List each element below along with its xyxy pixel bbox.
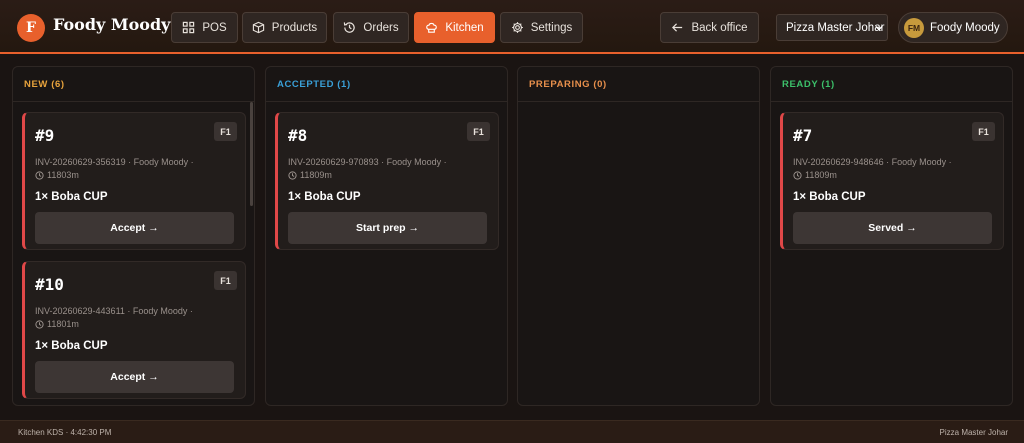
column-new-scrollbar[interactable] (250, 102, 253, 206)
start-prep-button[interactable]: Start prep → (288, 212, 487, 244)
order-card: #8 F1 INV-20260629-970893 · Foody Moody … (275, 112, 499, 250)
order-meta: INV-20260629-356319 · Foody Moody · 1180… (35, 156, 235, 182)
order-elapsed: 11809m (300, 170, 332, 180)
column-accepted-header: ACCEPTED (1) (266, 67, 507, 102)
column-ready-header: READY (1) (771, 67, 1012, 102)
user-menu[interactable]: FM Foody Moody (898, 12, 1008, 43)
order-number: #9 (35, 126, 55, 145)
arrow-left-icon (672, 23, 683, 32)
nav-kitchen-button[interactable]: Kitchen (414, 12, 495, 43)
order-item: 1× Boba CUP (35, 340, 108, 352)
accept-button[interactable]: Accept → (35, 212, 234, 244)
column-preparing-header: PREPARING (0) (518, 67, 759, 102)
order-invoice: INV-20260629-443611 · Foody Moody · (35, 306, 193, 316)
nav-pos-label: POS (202, 21, 227, 34)
order-tag: F1 (214, 122, 237, 141)
order-number: #8 (288, 126, 308, 145)
column-ready: READY (1) #7 F1 INV-20260629-948646 · Fo… (770, 66, 1013, 406)
footer-bar: Kitchen KDS · 4:42:30 PM Pizza Master Jo… (0, 420, 1024, 443)
order-elapsed: 11803m (47, 170, 79, 180)
order-elapsed: 11809m (805, 170, 837, 180)
nav-products-label: Products (271, 21, 318, 34)
served-button[interactable]: Served → (793, 212, 992, 244)
order-meta: INV-20260629-970893 · Foody Moody · 1180… (288, 156, 488, 182)
order-invoice: INV-20260629-970893 · Foody Moody · (288, 157, 447, 167)
order-meta: INV-20260629-443611 · Foody Moody · 1180… (35, 305, 235, 331)
order-elapsed: 11801m (47, 319, 79, 329)
chef-hat-icon (426, 22, 438, 33)
order-item: 1× Boba CUP (793, 191, 866, 203)
nav-products-button[interactable]: Products (242, 12, 327, 43)
order-number: #10 (35, 275, 64, 294)
history-icon (344, 22, 356, 33)
column-preparing: PREPARING (0) (517, 66, 760, 406)
store-selector[interactable]: Pizza Master Johar (776, 14, 888, 41)
nav-kitchen-label: Kitchen (445, 21, 484, 34)
store-selector-value: Pizza Master Johar (786, 21, 885, 34)
order-number: #7 (793, 126, 813, 145)
box-icon (252, 21, 264, 34)
order-meta: INV-20260629-948646 · Foody Moody · 1180… (793, 156, 993, 182)
nav-settings-button[interactable]: Settings (500, 12, 583, 43)
order-tag: F1 (467, 122, 490, 141)
order-tag: F1 (214, 271, 237, 290)
column-new: NEW (6) #9 F1 INV-20260629-356319 · Food… (12, 66, 255, 406)
footer-status: Kitchen KDS · 4:42:30 PM (18, 428, 112, 437)
order-invoice: INV-20260629-948646 · Foody Moody · (793, 157, 952, 167)
order-item: 1× Boba CUP (288, 191, 361, 203)
order-card: #9 F1 INV-20260629-356319 · Foody Moody … (22, 112, 246, 250)
clock-icon (35, 171, 44, 180)
nav-orders-button[interactable]: Orders (333, 12, 409, 43)
top-bar: F Foody Moody POS Products Orders Kitche… (0, 0, 1024, 54)
logo-icon: F (17, 14, 45, 42)
order-tag: F1 (972, 122, 995, 141)
user-name: Foody Moody (930, 21, 1000, 34)
order-card: #7 F1 INV-20260629-948646 · Foody Moody … (780, 112, 1004, 250)
chevron-down-icon (875, 26, 883, 31)
grid-icon (183, 21, 195, 34)
order-invoice: INV-20260629-356319 · Foody Moody · (35, 157, 194, 167)
clock-icon (793, 171, 802, 180)
clock-icon (288, 171, 297, 180)
column-accepted: ACCEPTED (1) #8 F1 INV-20260629-970893 ·… (265, 66, 508, 406)
nav-orders-label: Orders (363, 21, 399, 34)
nav-pos-button[interactable]: POS (171, 12, 238, 43)
back-office-label: Back office (691, 21, 748, 34)
accept-button[interactable]: Accept → (35, 361, 234, 393)
column-new-header: NEW (6) (13, 67, 254, 102)
order-item: 1× Boba CUP (35, 191, 108, 203)
footer-store: Pizza Master Johar (939, 428, 1008, 437)
clock-icon (35, 320, 44, 329)
back-office-button[interactable]: Back office (660, 12, 759, 43)
gear-icon (511, 22, 523, 33)
avatar: FM (904, 17, 924, 38)
order-card: #10 F1 INV-20260629-443611 · Foody Moody… (22, 261, 246, 399)
brand-name: Foody Moody (53, 15, 171, 34)
nav-settings-label: Settings (530, 21, 573, 34)
